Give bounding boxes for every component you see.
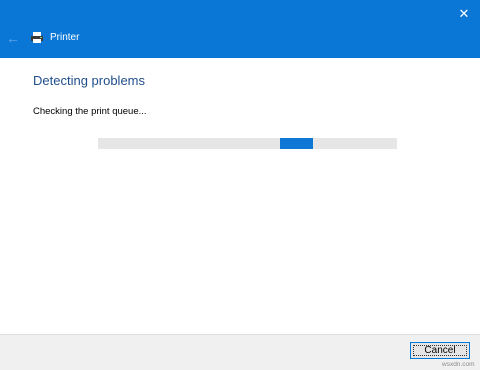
footer-bar [0, 334, 480, 370]
cancel-button[interactable]: Cancel [410, 342, 470, 359]
progress-indicator [280, 138, 313, 149]
troubleshooter-window: ✕ ← Printer Detecting problems Checking … [0, 0, 480, 370]
close-icon[interactable]: ✕ [454, 4, 474, 24]
title-bar: ✕ ← Printer [0, 0, 480, 58]
status-text: Checking the print queue... [33, 106, 147, 117]
back-arrow-icon[interactable]: ← [5, 30, 21, 46]
progress-bar [98, 138, 397, 149]
page-heading: Detecting problems [33, 73, 145, 88]
main-content: Detecting problems Checking the print qu… [18, 58, 472, 334]
watermark-text: wsxdn.com [442, 361, 475, 368]
printer-icon [31, 32, 43, 43]
window-title: Printer [50, 32, 80, 43]
